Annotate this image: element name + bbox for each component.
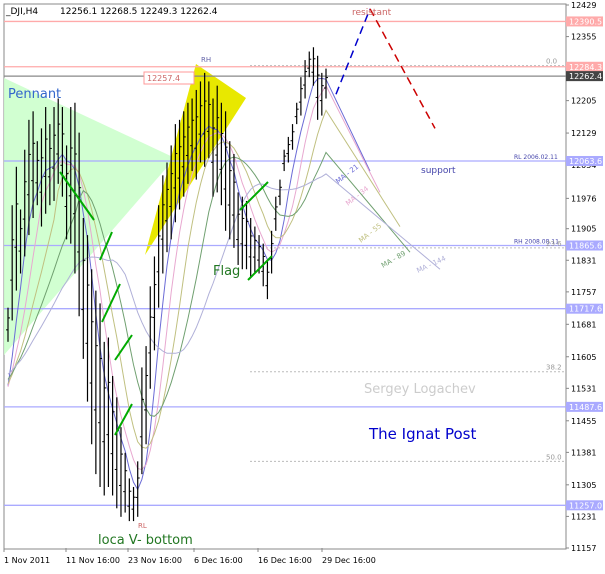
price-box-label: 12284.3: [569, 63, 602, 72]
plot-frame: [3, 3, 567, 550]
author-label: Sergey Logachev: [364, 382, 476, 397]
support-label: support: [421, 166, 456, 176]
y-tick-label: 11531: [571, 384, 596, 393]
resistant-label: resistant: [352, 8, 392, 18]
x-tick-label: 16 Dec 16:00: [258, 556, 312, 565]
fib-label: 50.0: [546, 453, 562, 461]
price-box-label: 11865.6: [569, 242, 602, 251]
y-axis-ticks: 1242912355122801220512129120541197611905…: [566, 1, 596, 553]
y-tick-label: 12355: [571, 33, 596, 42]
y-tick-label: 11381: [571, 448, 596, 457]
price-box-label: 11257.0: [569, 501, 602, 510]
price-box-label: 11487.6: [569, 403, 602, 412]
price-box-label: 12390.5: [569, 17, 602, 26]
x-tick-label: 6 Dec 16:00: [194, 556, 243, 565]
y-tick-label: 11831: [571, 256, 596, 265]
y-tick-label: 11157: [571, 544, 596, 553]
level-label: RL 2006.02.11: [514, 154, 558, 161]
rh-label: RH: [201, 56, 211, 64]
price-label-text: 12257.4: [147, 74, 180, 83]
ohlc-label: 12256.1 12268.5 12249.3 12262.4: [60, 7, 218, 17]
price-box-label: 11717.6: [569, 305, 602, 314]
y-tick-label: 12429: [571, 1, 596, 10]
y-tick-label: 12205: [571, 97, 596, 106]
publisher-label: The Ignat Post: [368, 425, 476, 443]
y-tick-label: 11905: [571, 225, 596, 234]
fib-label: 0.0: [546, 58, 557, 66]
x-tick-label: 11 Nov 16:00: [66, 556, 120, 565]
y-tick-label: 11757: [571, 288, 596, 297]
chart-svg[interactable]: RL 2006.02.11RH 2008.08.11 0.023.638.250…: [0, 0, 605, 570]
price-box-label: 12262.4: [569, 72, 602, 81]
x-tick-label: 23 Nov 16:00: [128, 556, 182, 565]
flag-label: Flag: [213, 264, 240, 279]
y-tick-label: 11976: [571, 194, 596, 203]
y-tick-label: 11681: [571, 320, 596, 329]
symbol-label: _DJI,H4: [5, 7, 38, 17]
pennant-label: Pennant: [8, 87, 61, 102]
chart-area[interactable]: RL 2006.02.11 RH 2008.08.11 0.0 23.6 38.2 50…: [0, 0, 605, 570]
y-tick-label: 11455: [571, 417, 596, 426]
price-box-label: 12063.6: [569, 157, 602, 166]
fib-label: 38.2: [546, 364, 562, 372]
x-axis-ticks: 1 Nov 2011 11 Nov 16:00 23 Nov 16:00 6 Dec …: [3, 548, 376, 565]
x-tick-label: 29 Dec 16:00: [322, 556, 376, 565]
x-tick-label: 1 Nov 2011: [4, 556, 50, 565]
y-tick-label: 11605: [571, 353, 596, 362]
v-bottom-label: loca V- bottom: [98, 533, 193, 548]
y-tick-label: 11231: [571, 512, 596, 521]
fib-label: 23.6: [546, 240, 562, 248]
y-tick-label: 12129: [571, 129, 596, 138]
y-tick-label: 11305: [571, 481, 596, 490]
rl-label: RL: [138, 522, 147, 530]
